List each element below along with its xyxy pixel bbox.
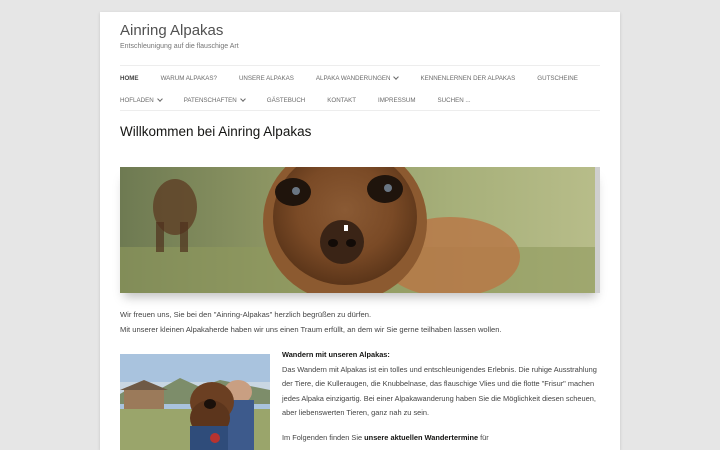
nav-item-label: IMPRESSUM	[378, 96, 416, 104]
section-followup: Im Folgenden finden Sie unsere aktuellen…	[282, 431, 600, 446]
nav-item-unsere-alpakas[interactable]: UNSERE ALPAKAS	[239, 75, 294, 82]
nav-item-hofladen[interactable]: HOFLADEN	[120, 96, 163, 104]
nav-item-alpaka-wanderungen[interactable]: ALPAKA WANDERUNGEN	[315, 74, 400, 82]
site-description: Entschleunigung auf die flauschige Art	[120, 43, 239, 50]
followup-bold: unsere aktuellen Wandertermine	[364, 432, 479, 442]
nav-item-warum-alpakas[interactable]: WARUM ALPAKAS?	[161, 75, 217, 82]
section-title: Wandern mit unseren Alpakas:	[282, 350, 390, 359]
nav-item-kennenlernen[interactable]: KENNENLERNEN DER ALPAKAS	[420, 75, 515, 82]
hero-alpaca-illustration	[120, 167, 600, 293]
primary-nav-row-2: HOFLADEN PATENSCHAFTEN GÄSTEBUCH KONTAKT…	[120, 94, 600, 106]
chevron-down-icon	[156, 96, 163, 102]
primary-nav-row-1: HOME WARUM ALPAKAS? UNSERE ALPAKAS ALPAK…	[120, 72, 600, 84]
nav-item-label: PATENSCHAFTEN	[183, 96, 237, 104]
nav-item-label: HOME	[120, 74, 139, 82]
nav-item-label: KONTAKT	[327, 96, 357, 104]
page-container: Ainring Alpakas Entschleunigung auf die …	[100, 12, 620, 450]
nav-item-label: UNSERE ALPAKAS	[238, 74, 294, 82]
hero-alpaca-image	[120, 167, 600, 293]
nav-item-impressum[interactable]: IMPRESSUM	[378, 97, 415, 104]
alpaca-photo-illustration	[120, 354, 270, 450]
followup-prefix: Im Folgenden finden Sie	[282, 432, 365, 442]
chevron-down-icon	[239, 96, 246, 102]
nav-item-label: HOFLADEN	[120, 96, 154, 104]
alpaca-hug-photo	[120, 354, 270, 450]
intro-line-1: Wir freuen uns, Sie bei den "Ainring-Alp…	[120, 310, 372, 319]
nav-item-label: GUTSCHEINE	[537, 74, 578, 82]
site-title[interactable]: Ainring Alpakas	[120, 22, 223, 39]
nav-item-gaestebuch[interactable]: GÄSTEBUCH	[267, 97, 306, 104]
intro-line-2: Mit unserer kleinen Alpakaherde haben wi…	[120, 325, 502, 334]
nav-item-label: KENNENLERNEN DER ALPAKAS	[420, 74, 516, 82]
search-label: SUCHEN ...	[437, 96, 471, 104]
hiking-section: Wandern mit unseren Alpakas: Das Wandern…	[282, 348, 600, 446]
nav-item-label: GÄSTEBUCH	[266, 96, 306, 104]
section-paragraph: Das Wandern mit Alpakas ist ein tolles u…	[282, 364, 597, 418]
chevron-down-icon	[393, 74, 400, 80]
intro-text: Wir freuen uns, Sie bei den "Ainring-Alp…	[120, 307, 502, 337]
followup-suffix: für	[478, 432, 489, 442]
nav-item-gutscheine[interactable]: GUTSCHEINE	[537, 75, 578, 82]
nav-item-home[interactable]: HOME	[120, 75, 139, 82]
nav-item-label: ALPAKA WANDERUNGEN	[315, 74, 391, 82]
nav-item-kontakt[interactable]: KONTAKT	[327, 97, 356, 104]
nav-item-patenschaften[interactable]: PATENSCHAFTEN	[183, 96, 246, 104]
nav-item-label: WARUM ALPAKAS?	[160, 74, 217, 82]
nav-top-divider	[120, 65, 600, 66]
page-title: Willkommen bei Ainring Alpakas	[120, 124, 312, 139]
nav-bottom-divider	[120, 110, 600, 111]
nav-search[interactable]: SUCHEN ...	[438, 97, 471, 104]
